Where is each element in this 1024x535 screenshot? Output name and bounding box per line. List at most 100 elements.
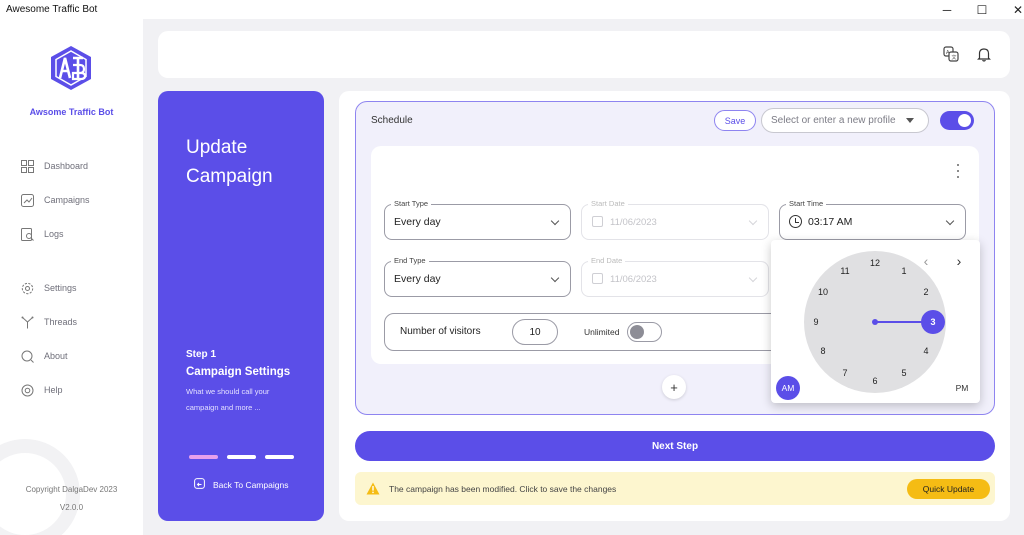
- toggle-knob: [630, 325, 644, 339]
- sidebar-item-about[interactable]: About: [20, 346, 68, 366]
- save-profile-button[interactable]: Save: [714, 110, 756, 131]
- clock-hand-center: [872, 319, 878, 325]
- start-date-value: 11/06/2023: [610, 217, 657, 228]
- sidebar-item-label: Dashboard: [44, 161, 89, 171]
- logs-icon: [20, 227, 34, 241]
- start-date-picker: Start Date 11/06/2023: [581, 199, 769, 240]
- threads-icon: [20, 315, 34, 329]
- profile-placeholder: Select or enter a new profile: [771, 115, 896, 126]
- chevron-down-icon: [748, 273, 758, 283]
- sidebar-item-label: Settings: [44, 283, 77, 293]
- start-time-picker[interactable]: Start Time 03:17 AM: [779, 199, 966, 240]
- caret-down-icon: [906, 118, 914, 123]
- gear-icon: [20, 281, 34, 295]
- back-label: Back To Campaigns: [213, 479, 289, 490]
- hour-option[interactable]: 5: [894, 366, 914, 380]
- hour-option-selected[interactable]: 3: [921, 310, 945, 334]
- end-type-value: Every day: [394, 273, 441, 285]
- end-type-select[interactable]: End Type Every day: [384, 256, 571, 297]
- start-type-value: Every day: [394, 216, 441, 228]
- top-bar: [158, 31, 1010, 78]
- brand-name: Awsome Traffic Bot: [29, 107, 114, 117]
- panel-title: Update Campaign: [186, 137, 273, 187]
- window-title: Awesome Traffic Bot: [6, 4, 98, 15]
- chevron-down-icon: [748, 216, 758, 226]
- toggle-knob: [958, 114, 971, 127]
- pm-button[interactable]: PM: [950, 376, 974, 400]
- back-to-campaigns-link[interactable]: Back To Campaigns: [194, 478, 288, 491]
- start-time-value: 03:17 AM: [808, 216, 853, 228]
- app-logo: [51, 46, 91, 90]
- start-time-label: Start Time: [786, 199, 827, 209]
- sidebar-item-dashboard[interactable]: Dashboard: [20, 156, 88, 176]
- sidebar-item-label: Campaigns: [44, 195, 90, 205]
- unlimited-label: Unlimited: [584, 327, 620, 337]
- start-date-label: Start Date: [588, 199, 628, 209]
- end-type-label: End Type: [391, 256, 429, 266]
- step-description: What we should call your campaign and mo…: [186, 387, 270, 412]
- sidebar-item-logs[interactable]: Logs: [20, 224, 64, 244]
- chevron-right-icon[interactable]: ›: [952, 253, 966, 269]
- end-date-label: End Date: [588, 256, 626, 266]
- sidebar: Awsome Traffic Bot Dashboard Campaigns L…: [0, 19, 143, 535]
- start-type-select[interactable]: Start Type Every day: [384, 199, 571, 240]
- step-progress: [189, 455, 294, 459]
- step-indicator: [227, 455, 256, 459]
- sidebar-item-campaigns[interactable]: Campaigns: [20, 190, 90, 210]
- campaigns-icon: [20, 193, 34, 207]
- more-options-icon[interactable]: [952, 164, 964, 178]
- hour-option[interactable]: 1: [894, 264, 914, 278]
- visitors-input[interactable]: 10: [512, 319, 558, 345]
- next-step-button[interactable]: Next Step: [355, 431, 995, 461]
- hour-option[interactable]: 4: [916, 344, 936, 358]
- minimize-button[interactable]: ─: [927, 0, 967, 19]
- visitors-label: Number of visitors: [400, 326, 481, 337]
- step-indicator: [265, 455, 294, 459]
- unlimited-toggle[interactable]: [627, 322, 662, 342]
- alert-message: The campaign has been modified. Click to…: [389, 484, 617, 494]
- chevron-down-icon: [945, 216, 955, 226]
- sidebar-item-label: About: [44, 351, 68, 361]
- hour-option[interactable]: 2: [916, 285, 936, 299]
- end-date-value: 11/06/2023: [610, 274, 657, 285]
- calendar-icon: [592, 273, 603, 284]
- dashboard-icon: [20, 159, 34, 173]
- translate-icon[interactable]: A文: [942, 45, 960, 63]
- sidebar-item-settings[interactable]: Settings: [20, 278, 77, 298]
- sidebar-item-label: Help: [44, 385, 63, 395]
- sidebar-item-threads[interactable]: Threads: [20, 312, 77, 332]
- hour-option[interactable]: 9: [806, 315, 826, 329]
- help-icon: [20, 383, 34, 397]
- hour-option[interactable]: 11: [835, 264, 855, 278]
- step-indicator-active: [189, 455, 218, 459]
- calendar-icon: [592, 216, 603, 227]
- chevron-down-icon: [550, 216, 560, 226]
- end-date-picker: End Date 11/06/2023: [581, 256, 769, 297]
- sidebar-item-label: Logs: [44, 229, 64, 239]
- add-schedule-button[interactable]: +: [662, 375, 686, 399]
- chevron-down-icon: [550, 273, 560, 283]
- chevron-left-icon[interactable]: ‹: [919, 253, 933, 269]
- svg-text:A: A: [946, 50, 950, 56]
- step-number: Step 1: [186, 349, 217, 360]
- hour-option[interactable]: 7: [835, 366, 855, 380]
- hour-option[interactable]: 6: [865, 374, 885, 388]
- campaign-steps-panel: Update Campaign Step 1 Campaign Settings…: [158, 91, 324, 521]
- clock-icon: [789, 215, 802, 228]
- start-type-label: Start Type: [391, 199, 432, 209]
- svg-text:文: 文: [952, 54, 957, 61]
- maximize-button[interactable]: ☐: [962, 0, 1002, 19]
- profile-select[interactable]: Select or enter a new profile: [761, 108, 929, 133]
- schedule-toggle[interactable]: [940, 111, 974, 130]
- quick-update-button[interactable]: Quick Update: [907, 479, 990, 499]
- hour-option[interactable]: 12: [865, 256, 885, 270]
- hour-option[interactable]: 8: [813, 344, 833, 358]
- am-button[interactable]: AM: [776, 376, 800, 400]
- about-icon: [20, 349, 34, 363]
- sidebar-item-help[interactable]: Help: [20, 380, 63, 400]
- bell-icon[interactable]: [975, 45, 993, 63]
- step-name: Campaign Settings: [186, 366, 291, 378]
- hour-option[interactable]: 10: [813, 285, 833, 299]
- close-button[interactable]: ✕: [998, 0, 1024, 19]
- sidebar-item-label: Threads: [44, 317, 78, 327]
